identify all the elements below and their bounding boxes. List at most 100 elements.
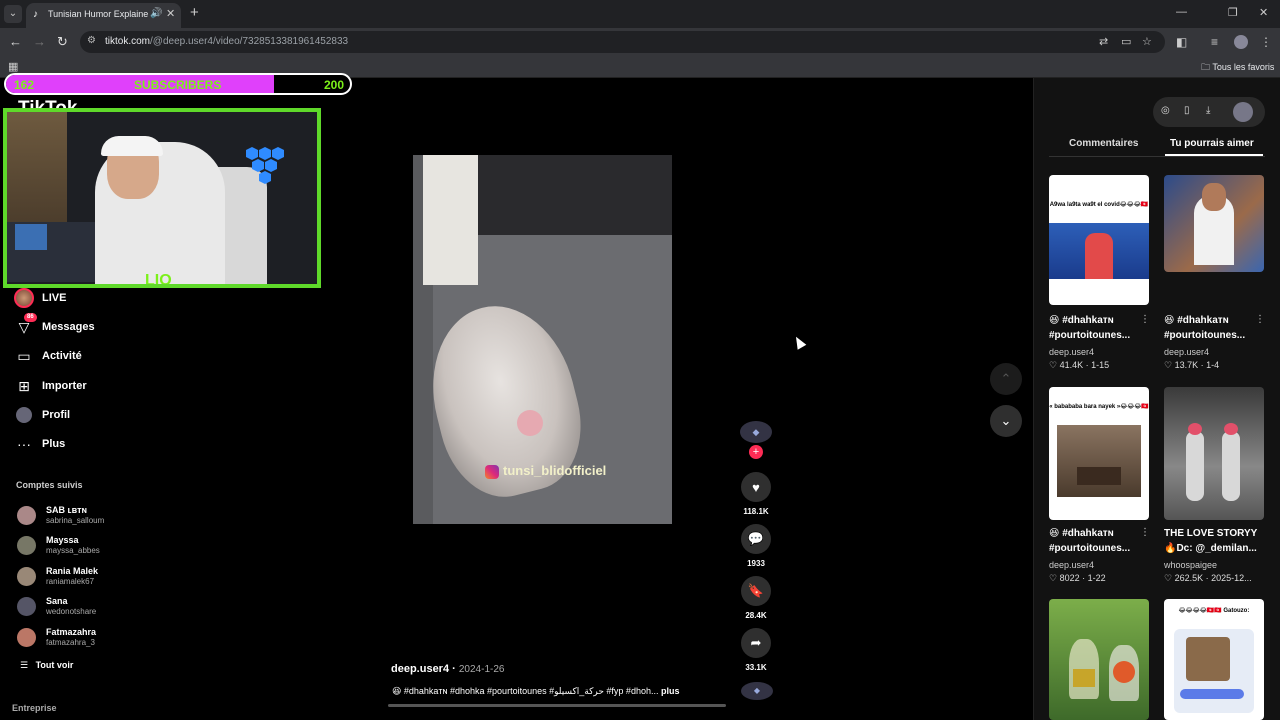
back-icon[interactable]: ← <box>9 34 22 49</box>
following-item[interactable]: Sana wedonotshare <box>17 594 96 618</box>
sidebar-item-label: Importer <box>42 380 87 392</box>
save-button[interactable]: 🔖 <box>741 576 771 606</box>
card-title[interactable]: 😆 #dhahkaᴛɴ #pourtoitounes... <box>1049 526 1149 556</box>
user-avatar[interactable] <box>1233 102 1253 122</box>
forward-icon[interactable]: → <box>33 34 46 49</box>
browser-menu-icon[interactable]: ⋮ <box>1260 35 1272 49</box>
translate-icon[interactable]: ⇄ <box>1099 35 1108 48</box>
mouse-cursor-icon <box>791 334 807 350</box>
browser-tabbar: ⌄ ♪ Tunisian Humor Explained: 🔊 ✕ + — ❐ … <box>0 0 1280 28</box>
card-more-icon[interactable]: ⋮ <box>1140 314 1150 325</box>
following-title: Comptes suivis <box>16 480 83 490</box>
sidebar-item-profile[interactable]: Profil <box>14 404 70 426</box>
video-player[interactable]: tunsi_blidofficiel <box>413 155 672 524</box>
sidebar-item-live[interactable]: LIVE <box>14 287 66 309</box>
thumbnail-text: 😂😂😂😂🇹🇳🇹🇳 Gatouzo: <box>1178 608 1250 614</box>
tab-comments[interactable]: Commentaires <box>1069 138 1138 149</box>
video-watermark: tunsi_blidofficiel <box>485 463 606 479</box>
next-video-button[interactable]: ⌄ <box>990 405 1022 437</box>
see-all-link[interactable]: ☰ Tout voir <box>20 660 73 671</box>
card-stats: ♡ 262.5K · 2025-12... <box>1164 573 1252 583</box>
more-icon: ··· <box>17 436 31 452</box>
profile-avatar[interactable] <box>1234 35 1248 49</box>
reload-icon[interactable]: ↻ <box>57 34 68 50</box>
following-username: raniamalek67 <box>46 576 95 586</box>
suggested-video-thumbnail[interactable]: 😂😂😂😂🇹🇳🇹🇳 Gatouzo: <box>1164 599 1264 720</box>
suggested-video-thumbnail[interactable] <box>1049 599 1149 720</box>
sound-avatar[interactable]: ◆ <box>741 682 773 700</box>
window-close-icon[interactable]: ✕ <box>1259 6 1268 19</box>
suggested-video-thumbnail[interactable] <box>1164 387 1264 520</box>
card-stats: ♡ 13.7K · 1-4 <box>1164 360 1220 370</box>
previous-video-button[interactable]: ⌃ <box>990 363 1022 395</box>
site-info-icon[interactable]: ⚙ <box>87 35 96 46</box>
url-field[interactable]: ⚙ tiktok.com/@deep.user4/video/732851338… <box>80 31 1165 53</box>
sidebar-item-activity[interactable]: ▭ Activité <box>14 345 81 367</box>
sidebar-item-more[interactable]: ··· Plus <box>14 433 65 455</box>
card-author[interactable]: whoospaigee <box>1164 560 1217 570</box>
bookmark-star-icon[interactable]: ☆ <box>1142 35 1152 48</box>
avatar <box>17 596 36 616</box>
following-item[interactable]: Mayssa mayssa_abbes <box>17 533 100 557</box>
following-name: Mayssa <box>46 534 79 545</box>
minimize-icon[interactable]: — <box>1176 6 1187 18</box>
share-icon: ➦ <box>750 635 762 650</box>
card-title[interactable]: 😆 #dhahkaᴛɴ #pourtoitounes... <box>1049 313 1149 343</box>
goal-end: 200 <box>323 78 344 92</box>
card-more-icon[interactable]: ⋮ <box>1255 314 1265 325</box>
tiktok-favicon-icon: ♪ <box>33 9 38 20</box>
tab-search-icon[interactable]: ⌄ <box>4 5 22 23</box>
compass-icon[interactable]: ◎ <box>1161 105 1170 116</box>
goal-label: SUBSCRIBERS <box>134 78 222 92</box>
media-icon[interactable]: ≡ <box>1211 35 1218 49</box>
share-button[interactable]: ➦ <box>741 628 771 658</box>
sidebar-item-upload[interactable]: ⊞ Importer <box>14 375 87 397</box>
author-avatar[interactable]: ◆ <box>740 421 772 443</box>
browser-tab[interactable]: ♪ Tunisian Humor Explained: 🔊 ✕ <box>26 3 181 28</box>
sidebar-item-label: Messages <box>42 321 95 333</box>
extensions-icon[interactable]: ◧ <box>1176 35 1187 49</box>
suggested-video-thumbnail[interactable]: A9wa la9ta wa9t el covid😂😂😂🇹🇳 <box>1049 175 1149 305</box>
footer-business-link[interactable]: Entreprise <box>12 703 57 713</box>
sidebar-item-label: Profil <box>42 409 71 421</box>
chevron-up-icon: ⌃ <box>1000 371 1012 386</box>
sidebar-item-label: Plus <box>42 438 66 450</box>
tab-close-icon[interactable]: ✕ <box>166 7 175 20</box>
like-button[interactable]: ♥ <box>741 472 771 502</box>
maximize-icon[interactable]: ❐ <box>1228 6 1238 19</box>
subscriber-goal-bar: 162 SUBSCRIBERS 200 <box>4 73 352 95</box>
comment-button[interactable]: 💬 <box>741 524 771 554</box>
video-author[interactable]: deep.user4 · 2024-1-26 <box>391 663 504 675</box>
video-progress-bar[interactable] <box>388 704 726 707</box>
apps-grid-icon[interactable]: ▦ <box>8 60 18 73</box>
heart-outline-icon: ♡ <box>1049 360 1058 370</box>
following-item[interactable]: Fatmazahra fatmazahra_3 <box>17 625 96 649</box>
sidebar-item-messages[interactable]: ▽ 86 Messages <box>14 313 95 338</box>
card-author[interactable]: deep.user4 <box>1049 560 1094 570</box>
cast-icon[interactable]: ▭ <box>1121 35 1131 48</box>
download-icon[interactable]: ⤓ <box>1206 105 1210 116</box>
caption-more-link[interactable]: plus <box>661 686 680 696</box>
suggested-video-thumbnail[interactable] <box>1164 175 1264 272</box>
share-count: 33.1K <box>745 663 767 672</box>
new-tab-icon[interactable]: + <box>190 4 199 21</box>
avatar <box>17 627 36 647</box>
suggested-video-thumbnail[interactable]: « babababa bara nayek »😂😂😂🇹🇳 <box>1049 387 1149 520</box>
card-title[interactable]: THE LOVE STORYY 🔥Dc: @_demilan... <box>1164 526 1264 556</box>
tab-suggestions[interactable]: Tu pourrais aimer <box>1170 138 1254 149</box>
all-bookmarks-folder[interactable]: 🗀 Tous les favoris <box>1201 60 1274 76</box>
phone-icon[interactable]: ▯ <box>1184 105 1190 116</box>
audio-playing-icon[interactable]: 🔊 <box>150 8 162 19</box>
card-author[interactable]: deep.user4 <box>1164 347 1209 357</box>
heart-outline-icon: ♡ <box>1164 573 1173 583</box>
like-count: 118.1K <box>743 507 769 516</box>
avatar <box>17 566 36 586</box>
following-item[interactable]: SAB ʟʙᴛɴ sabrina_salloum <box>17 503 104 527</box>
card-author[interactable]: deep.user4 <box>1049 347 1094 357</box>
card-more-icon[interactable]: ⋮ <box>1140 527 1150 538</box>
card-title[interactable]: 😆 #dhahkaᴛɴ #pourtoitounes... <box>1164 313 1264 343</box>
following-username: wedonotshare <box>46 606 97 616</box>
following-username: sabrina_salloum <box>46 515 105 525</box>
following-item[interactable]: Rania Malek raniamalek67 <box>17 564 98 588</box>
follow-plus-button[interactable]: + <box>749 445 763 459</box>
